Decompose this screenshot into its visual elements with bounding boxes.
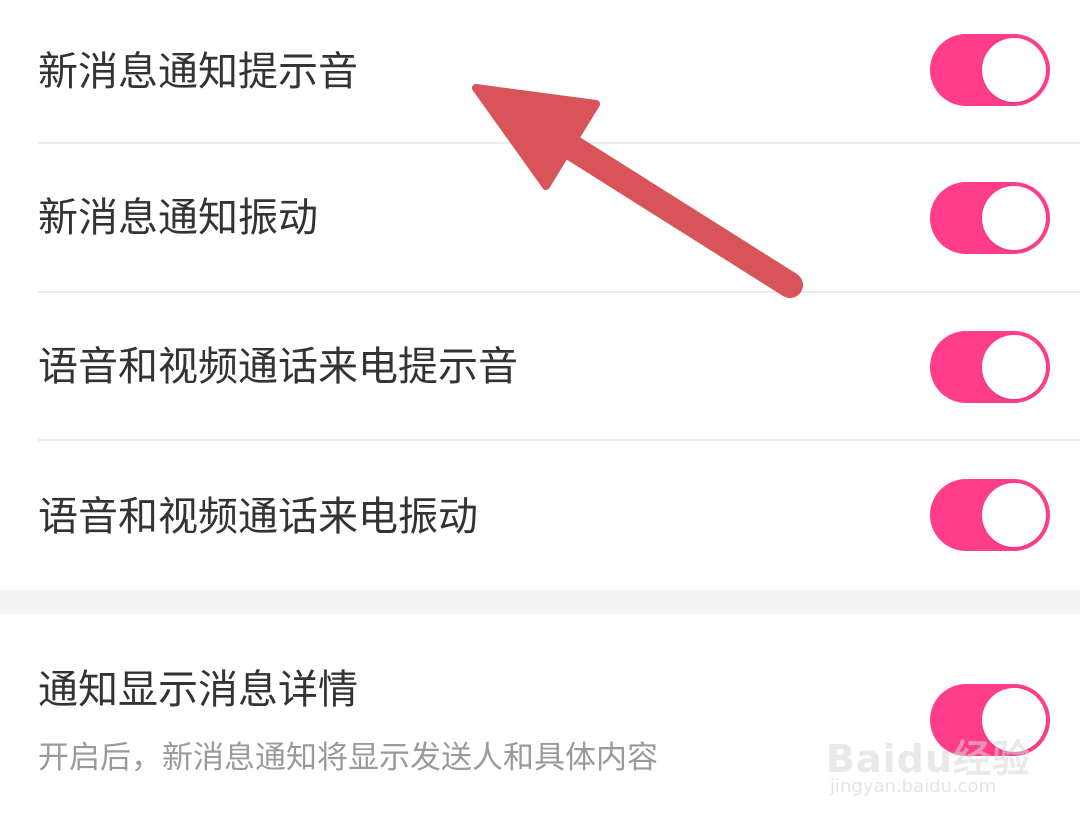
watermark-url: jingyan.baidu.com [830, 776, 997, 797]
section-separator [0, 590, 1080, 614]
setting-row-call-vibration[interactable]: 语音和视频通话来电振动 [0, 445, 1080, 593]
setting-row-new-message-vibration[interactable]: 新消息通知振动 [0, 148, 1080, 296]
divider [38, 439, 1080, 441]
watermark-logo: Baidu经验 [826, 737, 1031, 781]
setting-label: 新消息通知提示音 [38, 49, 358, 95]
new-message-sound-toggle[interactable] [930, 34, 1050, 106]
toggle-knob [982, 38, 1046, 102]
setting-description: 开启后，新消息通知将显示发送人和具体内容 [38, 740, 658, 776]
setting-label: 新消息通知振动 [38, 195, 318, 241]
divider [38, 291, 1080, 293]
call-ringtone-toggle[interactable] [930, 331, 1050, 403]
call-vibration-toggle[interactable] [930, 479, 1050, 551]
toggle-knob [982, 186, 1046, 250]
setting-label: 语音和视频通话来电振动 [38, 494, 478, 540]
divider [38, 142, 1080, 144]
setting-label: 语音和视频通话来电提示音 [38, 344, 518, 390]
setting-row-call-ringtone[interactable]: 语音和视频通话来电提示音 [0, 297, 1080, 445]
setting-label: 通知显示消息详情 [38, 667, 358, 713]
new-message-vibration-toggle[interactable] [930, 182, 1050, 254]
watermark: Baidu经验 jingyan.baidu.com [826, 700, 1036, 800]
toggle-knob [982, 483, 1046, 547]
notification-settings-screen: 新消息通知提示音 新消息通知振动 语音和视频通话来电提示音 语音和视频通话来电振… [0, 0, 1080, 820]
toggle-knob [982, 335, 1046, 399]
notification-sound-vibration-group: 新消息通知提示音 新消息通知振动 语音和视频通话来电提示音 语音和视频通话来电振… [0, 0, 1080, 590]
setting-row-new-message-sound[interactable]: 新消息通知提示音 [0, 0, 1080, 148]
